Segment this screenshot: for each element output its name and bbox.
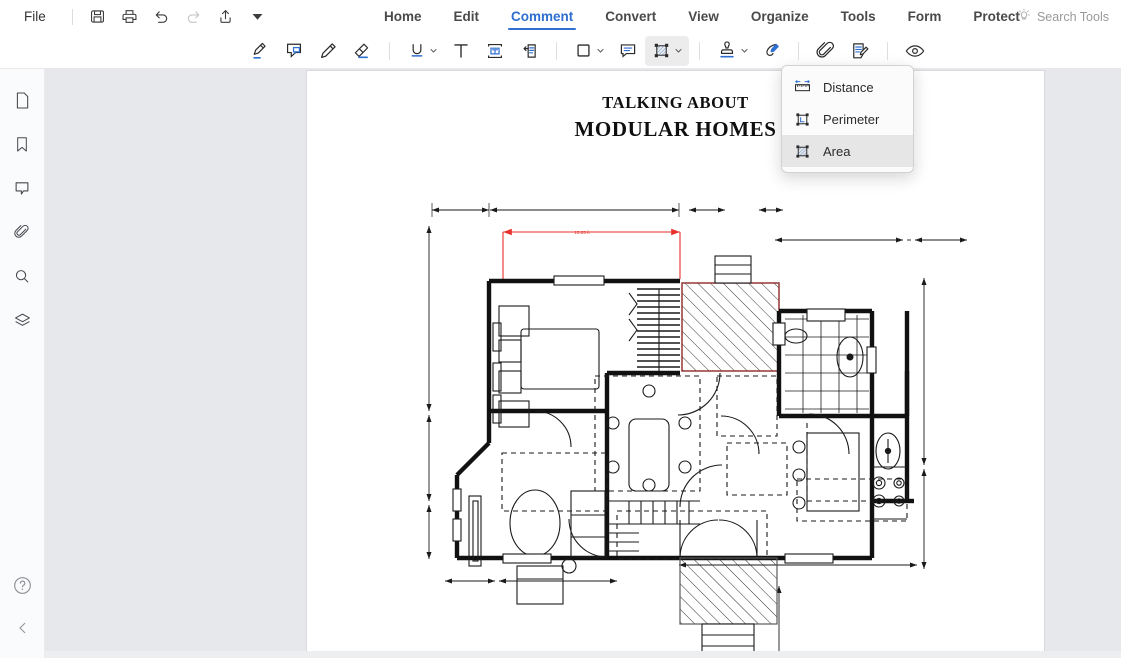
sidebar-item-bookmarks[interactable] [6, 131, 38, 163]
highlight-tool-button[interactable] [243, 36, 277, 66]
callout-tool-button[interactable] [512, 36, 546, 66]
pdf-page[interactable]: TALKING ABOUT MODULAR HOMES 15.25 ft [307, 71, 1044, 651]
document-workspace[interactable]: TALKING ABOUT MODULAR HOMES 15.25 ft [45, 69, 1121, 658]
menu-item-label: Distance [823, 79, 874, 95]
save-icon[interactable] [85, 5, 111, 29]
help-circle-icon [12, 575, 33, 601]
tab-convert[interactable]: Convert [589, 0, 672, 33]
chevron-down-icon [429, 48, 437, 53]
measure-perimeter-icon [792, 109, 812, 129]
shape-tool-button[interactable] [567, 36, 611, 66]
tab-form[interactable]: Form [892, 0, 958, 33]
help-button[interactable] [7, 572, 39, 604]
eraser-tool-button[interactable] [345, 36, 379, 66]
lightbulb-icon [1017, 8, 1031, 25]
menu-bar: File Home Edit Comment Convert View Orga… [0, 0, 1121, 33]
menu-item-distance[interactable]: Distance [782, 71, 913, 103]
tab-home[interactable]: Home [368, 0, 438, 33]
print-icon[interactable] [117, 5, 143, 29]
page-icon [14, 91, 31, 115]
tab-organize[interactable]: Organize [735, 0, 825, 33]
show-comments-button[interactable] [898, 36, 932, 66]
menu-item-area[interactable]: Area [782, 135, 913, 167]
left-rail-bottom [0, 562, 45, 646]
measure-dropdown-menu: Distance Perimeter Area [781, 65, 914, 173]
page-bottom-strip [45, 651, 1121, 658]
sidebar-item-layers[interactable] [6, 307, 38, 339]
left-navigation-rail [0, 69, 45, 658]
comment-ribbon-toolbar [0, 33, 1121, 69]
underline-tool-button[interactable] [400, 36, 444, 66]
sticky-note-tool-button[interactable] [277, 36, 311, 66]
layers-icon [13, 311, 32, 335]
attachment-tool-button[interactable] [809, 36, 843, 66]
file-menu-button[interactable]: File [18, 6, 52, 27]
stamp-tool-button[interactable] [710, 36, 754, 66]
bookmark-icon [14, 135, 30, 159]
measured-area-region [681, 282, 780, 372]
sidebar-item-page-thumbnails[interactable] [6, 87, 38, 119]
measurement-label: 15.25 ft [574, 230, 590, 235]
text-box-tool-button[interactable] [478, 36, 512, 66]
search-tools-button[interactable]: Search Tools [1017, 0, 1109, 33]
pencil-tool-button[interactable] [311, 36, 345, 66]
sidebar-item-comments[interactable] [6, 175, 38, 207]
search-icon [13, 267, 31, 291]
collapse-panel-button[interactable] [7, 614, 39, 646]
chevron-down-icon [597, 48, 604, 53]
share-icon[interactable] [213, 5, 239, 29]
measure-area-icon [654, 43, 669, 58]
chevron-down-icon [675, 48, 682, 53]
search-tools-label: Search Tools [1036, 9, 1109, 24]
tab-view[interactable]: View [672, 0, 735, 33]
text-tool-button[interactable] [444, 36, 478, 66]
quick-access-toolbar [85, 5, 271, 29]
sidebar-item-search[interactable] [6, 263, 38, 295]
measure-tool-button[interactable] [645, 35, 689, 66]
measure-distance-icon [792, 77, 812, 97]
ribbon-separator [699, 41, 700, 60]
chevron-left-icon [15, 620, 31, 641]
signature-pen-tool-button[interactable] [754, 36, 788, 66]
ribbon-separator [389, 41, 390, 60]
ribbon-separator [887, 41, 888, 60]
fill-and-sign-tool-button[interactable] [843, 36, 877, 66]
comment-icon [13, 179, 31, 203]
tab-edit[interactable]: Edit [438, 0, 496, 33]
ribbon-tabs: Home Edit Comment Convert View Organize … [368, 0, 1036, 33]
sidebar-item-attachments[interactable] [6, 219, 38, 251]
menu-item-label: Perimeter [823, 111, 880, 127]
application-window: File Home Edit Comment Convert View Orga… [0, 0, 1121, 658]
menu-item-label: Area [823, 143, 851, 159]
floor-plan-drawing: 15.25 ft [426, 203, 967, 651]
ribbon-separator [798, 41, 799, 60]
ribbon-separator [556, 41, 557, 60]
redo-icon[interactable] [181, 5, 207, 29]
chevron-down-icon [740, 48, 748, 53]
front-porch [679, 557, 778, 651]
attachment-icon [13, 223, 31, 247]
tab-tools[interactable]: Tools [825, 0, 892, 33]
more-dropdown-icon[interactable] [245, 5, 271, 29]
comment-balloon-tool-button[interactable] [611, 36, 645, 66]
measure-area-icon [792, 141, 812, 161]
tab-comment[interactable]: Comment [495, 0, 589, 33]
menu-item-perimeter[interactable]: Perimeter [782, 103, 913, 135]
undo-icon[interactable] [149, 5, 175, 29]
menu-separator [71, 8, 73, 25]
area-measurement-annotation: 15.25 ft [502, 228, 681, 279]
